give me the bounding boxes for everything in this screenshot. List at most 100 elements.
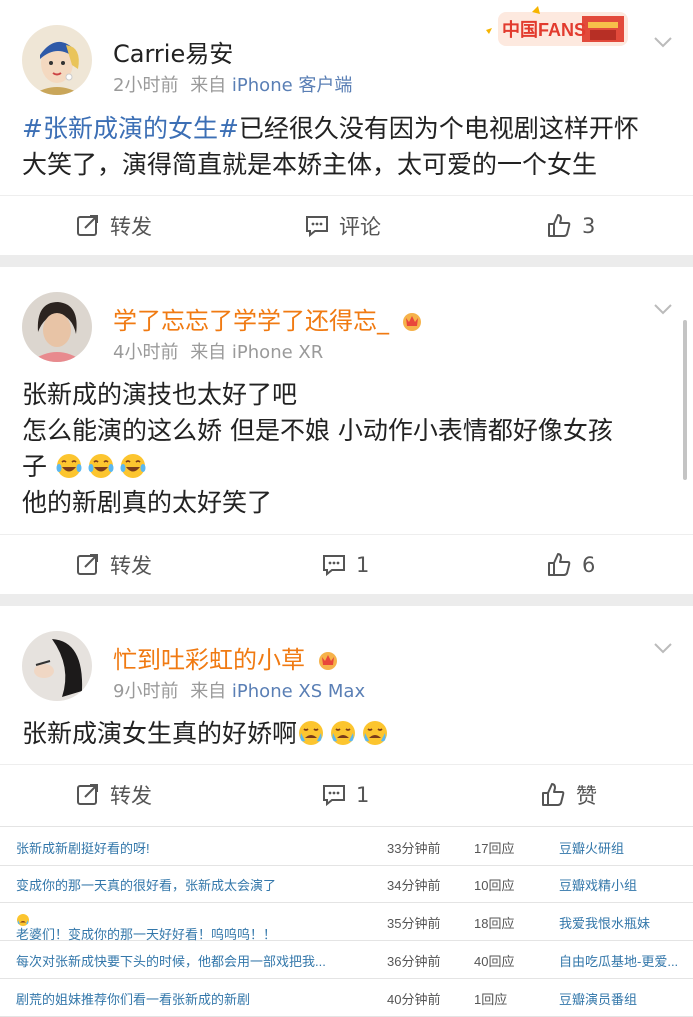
- post-device[interactable]: iPhone 客户端: [232, 75, 352, 96]
- repost-icon: [77, 215, 98, 236]
- topic-time: 40分钟前: [387, 992, 441, 1007]
- scrollbar[interactable]: [683, 320, 687, 480]
- laugh-cry-emoji-icon: [88, 454, 114, 478]
- post-divider: [0, 594, 693, 606]
- username[interactable]: 忙到吐彩虹的小草: [113, 640, 339, 675]
- chevron-down-icon[interactable]: [653, 32, 673, 52]
- repost-button[interactable]: 转发: [76, 196, 152, 256]
- post-time: 2小时前: [113, 75, 179, 96]
- post-meta: 2小时前 来自 iPhone 客户端: [113, 71, 352, 97]
- comment-icon: [306, 216, 328, 238]
- topic-title-link[interactable]: 变成你的那一天真的很好看，张新成太会演了: [16, 875, 276, 894]
- topic-group-link[interactable]: 豆瓣演员番组: [559, 989, 637, 1008]
- topic-replies: 17回应: [474, 841, 515, 856]
- crying-emoji-icon: [363, 721, 388, 745]
- thumbs-up-icon: [548, 553, 571, 576]
- weibo-post-3: 忙到吐彩虹的小草 9小时前 来自 iPhone XS Max 张新成演女生真的好…: [0, 606, 693, 826]
- topic-title-link[interactable]: 剧荒的姐妹推荐你们看一看张新成的新剧: [16, 989, 250, 1008]
- post-meta: 4小时前 来自 iPhone XR: [113, 338, 323, 364]
- post-time: 9小时前: [113, 681, 179, 702]
- topic-time: 35分钟前: [387, 916, 441, 931]
- comment-button[interactable]: 评论: [305, 196, 381, 256]
- topic-title-link[interactable]: 老婆们！变成你的那一天好好看！呜呜呜！！: [16, 913, 276, 942]
- post-source-prefix: 来自: [190, 342, 227, 363]
- fans-badge-text: 中国FANS: [502, 19, 586, 40]
- fans-badge: 中国FANS: [480, 6, 640, 52]
- like-button[interactable]: 赞: [540, 765, 597, 825]
- laugh-cry-emoji-icon: [120, 454, 146, 478]
- topic-group-link[interactable]: 自由吃瓜基地-更爱...: [559, 951, 678, 970]
- thumbs-up-icon: [548, 214, 571, 237]
- repost-icon: [77, 784, 98, 805]
- comment-icon: [323, 785, 345, 807]
- comment-button[interactable]: 1: [322, 535, 369, 595]
- table-row[interactable]: 剧荒的姐妹推荐你们看一看张新成的新剧 40分钟前 1回应 豆瓣演员番组: [0, 978, 693, 1017]
- hashtag-link[interactable]: #张新成演的女生#: [22, 114, 239, 143]
- post-device: iPhone XR: [231, 342, 324, 363]
- post-device[interactable]: iPhone XS Max: [232, 681, 365, 702]
- topic-group-link[interactable]: 豆瓣火研组: [559, 838, 624, 857]
- repost-label: 转发: [110, 784, 152, 808]
- user-avatar[interactable]: [22, 25, 92, 95]
- post-divider: [0, 255, 693, 267]
- comment-button[interactable]: 1: [322, 765, 369, 825]
- topic-group-link[interactable]: 豆瓣戏精小组: [559, 875, 637, 894]
- vip-crown-icon: [402, 313, 421, 331]
- like-button[interactable]: 3: [546, 196, 595, 256]
- post-line-1: 张新成的演技也太好了吧: [22, 380, 298, 409]
- crying-emoji-icon: [331, 721, 356, 745]
- chevron-down-icon[interactable]: [653, 299, 673, 319]
- post-action-bar: 转发 评论 3: [0, 195, 693, 256]
- post-line-4: 他的新剧真的太好笑了: [22, 488, 273, 517]
- post-line-3-text: 子: [22, 452, 48, 481]
- post-line-2: 怎么能演的这么娇 但是不娘 小动作小表情都好像女孩: [22, 416, 613, 445]
- comment-icon: [323, 555, 345, 577]
- laugh-cry-emoji-icon: [56, 454, 82, 478]
- user-avatar[interactable]: [22, 292, 92, 362]
- repost-button[interactable]: 转发: [76, 535, 152, 595]
- table-row[interactable]: 张新成新剧挺好看的呀! 33分钟前 17回应 豆瓣火研组: [0, 826, 693, 866]
- topic-time: 34分钟前: [387, 878, 441, 893]
- username-text: 忙到吐彩虹的小草: [113, 646, 305, 674]
- topic-replies: 18回应: [474, 916, 515, 931]
- username[interactable]: 学了忘忘了学学了还得忘_: [113, 301, 423, 336]
- comment-count: 1: [356, 553, 370, 577]
- topic-time: 33分钟前: [387, 841, 441, 856]
- comment-label: 评论: [339, 215, 381, 239]
- topic-replies: 10回应: [474, 878, 515, 893]
- weibo-post-2: 学了忘忘了学学了还得忘_ 4小时前 来自 iPhone XR 张新成的演技也太好…: [0, 267, 693, 594]
- like-count: 6: [582, 553, 596, 577]
- post-body: #张新成演的女生#已经很久没有因为个电视剧这样开怀大笑了，演得简直就是本娇主体，…: [22, 111, 663, 183]
- topic-title-link[interactable]: 每次对张新成快要下头的时候，他都会用一部戏把我...: [16, 951, 326, 970]
- crying-emoji-icon: [299, 721, 324, 745]
- post-action-bar: 转发 1 6: [0, 534, 693, 595]
- post-source-prefix: 来自: [190, 681, 227, 702]
- post-source-prefix: 来自: [190, 75, 227, 96]
- repost-label: 转发: [110, 215, 152, 239]
- table-row[interactable]: 每次对张新成快要下头的时候，他都会用一部戏把我... 36分钟前 40回应 自由…: [0, 940, 693, 979]
- repost-button[interactable]: 转发: [76, 765, 152, 825]
- thumbs-up-icon: [542, 783, 565, 806]
- table-row[interactable]: 老婆们！变成你的那一天好好看！呜呜呜！！ 35分钟前 18回应 我爱我恨水瓶妹: [0, 902, 693, 942]
- comment-count: 1: [356, 783, 370, 807]
- topic-time: 36分钟前: [387, 954, 441, 969]
- post-body: 张新成的演技也太好了吧 怎么能演的这么娇 但是不娘 小动作小表情都好像女孩 子 …: [22, 377, 663, 521]
- repost-label: 转发: [110, 554, 152, 578]
- topic-group-link[interactable]: 我爱我恨水瓶妹: [559, 913, 650, 932]
- vip-crown-icon: [318, 652, 337, 670]
- username-text: 学了忘忘了学学了还得忘_: [113, 307, 389, 335]
- post-line-3: 子: [22, 449, 663, 485]
- table-row[interactable]: 变成你的那一天真的很好看，张新成太会演了 34分钟前 10回应 豆瓣戏精小组: [0, 864, 693, 903]
- post-meta: 9小时前 来自 iPhone XS Max: [113, 677, 365, 703]
- like-count: 3: [582, 214, 596, 238]
- repost-icon: [77, 554, 98, 575]
- chevron-down-icon[interactable]: [653, 638, 673, 658]
- topic-replies: 40回应: [474, 954, 515, 969]
- like-label: 赞: [576, 784, 597, 808]
- post-time: 4小时前: [113, 342, 179, 363]
- user-avatar[interactable]: [22, 631, 92, 701]
- post-body: 张新成演女生真的好娇啊: [22, 716, 663, 752]
- topic-title-link[interactable]: 张新成新剧挺好看的呀!: [16, 838, 150, 857]
- like-button[interactable]: 6: [546, 535, 595, 595]
- username[interactable]: Carrie易安: [113, 34, 233, 69]
